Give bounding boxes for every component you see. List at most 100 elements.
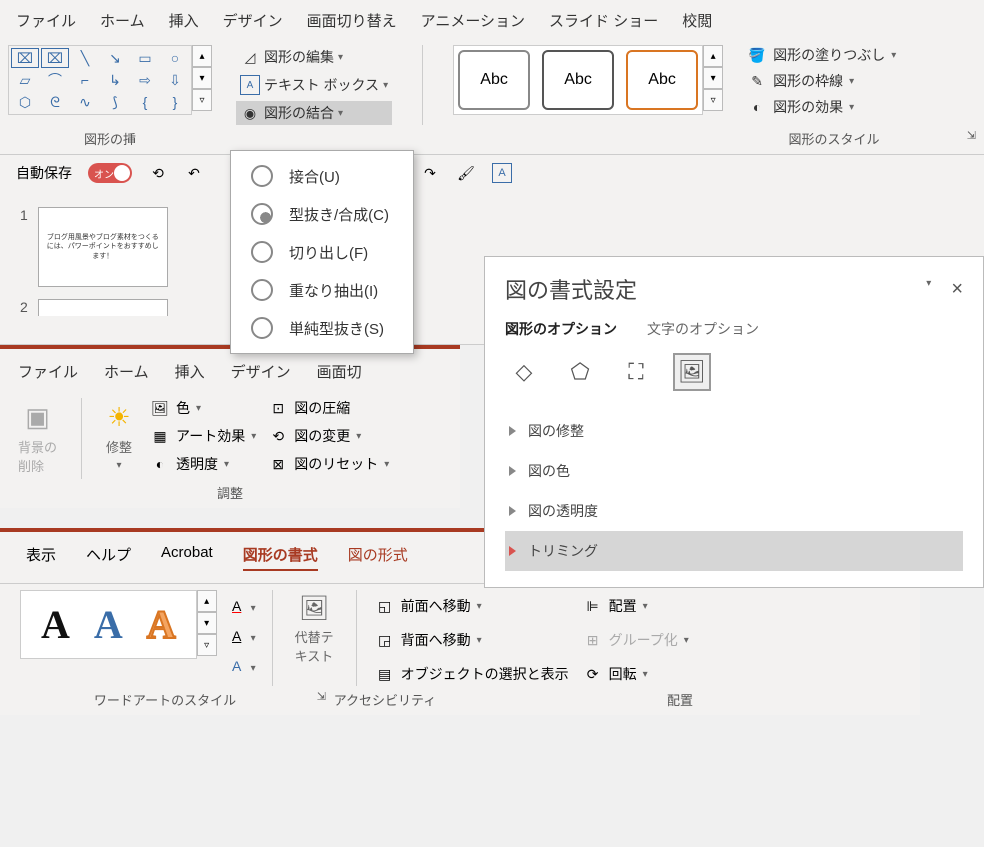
text-select-icon[interactable]: A <box>492 163 512 183</box>
slide-thumbnail[interactable]: 1 ブログ用風景やブログ素材をつくるには、パワーポイントをおすすめします！ <box>20 207 190 287</box>
shape-cell[interactable]: ⌐ <box>71 70 99 90</box>
scroll-up-icon[interactable]: ▴ <box>197 590 217 612</box>
pane-section-transparency[interactable]: 図の透明度 <box>505 491 963 531</box>
fill-category-icon[interactable]: ◇ <box>505 353 543 391</box>
shape-cell[interactable]: ⇩ <box>161 70 189 90</box>
textbox-button[interactable]: A テキスト ボックス ▾ <box>236 73 392 97</box>
style-preset[interactable]: Abc <box>626 50 698 110</box>
reset-picture-button[interactable]: ⊠図のリセット ▾ <box>268 454 389 474</box>
tab-file[interactable]: ファイル <box>18 361 78 382</box>
slide-preview[interactable] <box>38 299 168 316</box>
tab-file[interactable]: ファイル <box>16 10 76 31</box>
pane-section-correction[interactable]: 図の修整 <box>505 411 963 451</box>
change-picture-button[interactable]: ⟲図の変更 ▾ <box>268 426 389 446</box>
text-effects-button[interactable]: A ▾ <box>227 656 256 676</box>
scroll-down-icon[interactable]: ▾ <box>703 67 723 89</box>
scroll-up-icon[interactable]: ▴ <box>192 45 212 67</box>
group-button[interactable]: ⊞グループ化 ▾ <box>581 628 691 652</box>
shape-style-gallery[interactable]: Abc Abc Abc <box>453 45 703 115</box>
shape-outline-button[interactable]: ✎ 図形の枠線 ▾ <box>747 71 896 91</box>
tab-picture-format[interactable]: 図の形式 <box>348 544 408 571</box>
wordart-preset[interactable]: A <box>41 601 70 648</box>
shape-cell[interactable]: ∿ <box>71 92 99 112</box>
autosave-toggle[interactable]: オン <box>88 163 132 183</box>
merge-intersect[interactable]: 重なり抽出(I) <box>231 271 413 309</box>
selection-pane-button[interactable]: ▤オブジェクトの選択と表示 <box>373 662 571 686</box>
shape-cell[interactable]: ⌧ <box>11 48 39 68</box>
redo-icon[interactable]: ↷ <box>420 163 440 183</box>
shape-cell[interactable]: ⬡ <box>11 92 39 112</box>
dialog-launcher-icon[interactable]: ⇲ <box>967 129 976 142</box>
tab-home[interactable]: ホーム <box>100 10 145 31</box>
transparency-button[interactable]: ◐透明度 ▾ <box>150 454 256 474</box>
expand-gallery-icon[interactable]: ▿ <box>192 89 212 111</box>
shape-merge-button[interactable]: ◉ 図形の結合 ▾ <box>236 101 392 125</box>
rotate-button[interactable]: ⟳回転 ▾ <box>581 662 691 686</box>
expand-gallery-icon[interactable]: ▿ <box>197 634 217 656</box>
text-fill-button[interactable]: A ▾ <box>227 596 256 616</box>
brush-icon[interactable]: 🖌 <box>456 163 476 183</box>
gallery-scroll[interactable]: ▴ ▾ ▿ <box>197 590 217 659</box>
shape-cell[interactable]: ⟆ <box>101 92 129 112</box>
tab-design[interactable]: デザイン <box>231 361 291 382</box>
merge-union[interactable]: 接合(U) <box>231 157 413 195</box>
pane-section-color[interactable]: 図の色 <box>505 451 963 491</box>
remove-background-button[interactable]: ▣ 背景の 削除 <box>12 398 63 479</box>
tab-animation[interactable]: アニメーション <box>421 10 525 31</box>
wordart-gallery[interactable]: A A A <box>20 590 197 659</box>
shape-cell[interactable]: ⌒ <box>41 70 69 90</box>
shape-cell[interactable]: ⌧ <box>41 48 69 68</box>
color-button[interactable]: 🖼色 ▾ <box>150 398 256 418</box>
scroll-down-icon[interactable]: ▾ <box>197 612 217 634</box>
tab-help[interactable]: ヘルプ <box>86 544 131 571</box>
tab-insert[interactable]: 挿入 <box>169 10 199 31</box>
shape-cell[interactable]: ╲ <box>71 48 99 68</box>
tab-transition[interactable]: 画面切 <box>317 361 362 382</box>
compress-button[interactable]: ⊡図の圧縮 <box>268 398 389 418</box>
picture-category-icon[interactable]: 🖼 <box>673 353 711 391</box>
scroll-down-icon[interactable]: ▾ <box>192 67 212 89</box>
shape-gallery[interactable]: ⌧ ⌧ ╲ ↘ ▭ ○ ▱ ⌒ ⌐ ↳ ⇨ ⇩ ⬡ ᘓ ∿ ⟆ { } <box>8 45 192 115</box>
shape-edit-button[interactable]: ◿ 図形の編集 ▾ <box>236 45 392 69</box>
bring-forward-button[interactable]: ◱前面へ移動 ▾ <box>373 594 571 618</box>
text-outline-button[interactable]: A ▾ <box>227 626 256 646</box>
undo-icon[interactable]: ↶ <box>184 163 204 183</box>
tab-insert[interactable]: 挿入 <box>175 361 205 382</box>
close-icon[interactable]: × <box>951 278 963 301</box>
merge-subtract[interactable]: 単純型抜き(S) <box>231 309 413 347</box>
scroll-up-icon[interactable]: ▴ <box>703 45 723 67</box>
alt-text-button[interactable]: 🖼 代替テ キスト <box>289 590 340 669</box>
shape-cell[interactable]: ᘓ <box>41 92 69 112</box>
pane-menu-icon[interactable]: ▾ <box>926 278 931 301</box>
shape-cell[interactable]: ↘ <box>101 48 129 68</box>
shape-fill-button[interactable]: 🪣 図形の塗りつぶし ▾ <box>747 45 896 65</box>
save-icon[interactable]: ⟲ <box>148 163 168 183</box>
shape-effects-button[interactable]: ◐ 図形の効果 ▾ <box>747 97 896 117</box>
slide-preview[interactable]: ブログ用風景やブログ素材をつくるには、パワーポイントをおすすめします！ <box>38 207 168 287</box>
shape-cell[interactable]: ⇨ <box>131 70 159 90</box>
align-button[interactable]: ⊫配置 ▾ <box>581 594 691 618</box>
slide-thumbnail[interactable]: 2 <box>20 299 190 316</box>
tab-transition[interactable]: 画面切り替え <box>307 10 397 31</box>
tab-design[interactable]: デザイン <box>223 10 283 31</box>
effects-category-icon[interactable]: ⬠ <box>561 353 599 391</box>
tab-home[interactable]: ホーム <box>104 361 149 382</box>
shape-cell[interactable]: ↳ <box>101 70 129 90</box>
tab-review[interactable]: 校閲 <box>682 10 712 31</box>
shape-cell[interactable]: ○ <box>161 48 189 68</box>
tab-view[interactable]: 表示 <box>26 544 56 571</box>
style-preset[interactable]: Abc <box>458 50 530 110</box>
gallery-scroll[interactable]: ▴ ▾ ▿ <box>192 45 212 115</box>
shape-cell[interactable]: } <box>161 92 189 112</box>
style-preset[interactable]: Abc <box>542 50 614 110</box>
shape-cell[interactable]: ▱ <box>11 70 39 90</box>
tab-acrobat[interactable]: Acrobat <box>161 544 213 571</box>
expand-gallery-icon[interactable]: ▿ <box>703 89 723 111</box>
merge-fragment[interactable]: 切り出し(F) <box>231 233 413 271</box>
pane-tab-text-options[interactable]: 文字のオプション <box>647 319 759 339</box>
send-backward-button[interactable]: ◲背面へ移動 ▾ <box>373 628 571 652</box>
tab-shape-format[interactable]: 図形の書式 <box>243 544 318 571</box>
merge-combine[interactable]: 型抜き/合成(C) <box>231 195 413 233</box>
tab-slideshow[interactable]: スライド ショー <box>549 10 658 31</box>
wordart-preset[interactable]: A <box>94 601 123 648</box>
